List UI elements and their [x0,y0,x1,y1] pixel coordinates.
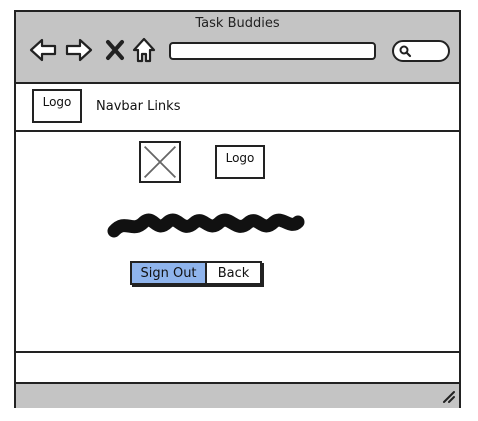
action-button-group: Sign Out Back [130,261,262,285]
navbar-logo[interactable]: Logo [32,89,82,123]
back-button[interactable]: Back [207,263,260,283]
address-bar[interactable] [169,42,376,60]
window-title: Task Buddies [195,16,280,31]
close-x-icon[interactable] [104,36,126,64]
sign-out-button[interactable]: Sign Out [132,263,207,283]
image-placeholder [139,141,181,183]
search-field[interactable] [392,40,450,62]
home-icon[interactable] [130,36,158,64]
status-bar [16,384,459,408]
navbar-links[interactable]: Navbar Links [96,99,180,114]
back-arrow-icon[interactable] [28,36,58,64]
content-logo: Logo [215,145,265,179]
resize-grip-icon[interactable] [441,389,455,403]
footer [16,351,459,384]
scribbled-text-placeholder [106,210,306,240]
navbar: Logo Navbar Links [16,85,459,132]
forward-arrow-icon[interactable] [64,36,94,64]
browser-chrome: Task Buddies [16,12,459,84]
search-icon [399,45,412,58]
browser-window: Task Buddies Logo Navbar Links Logo Sign… [14,10,461,408]
